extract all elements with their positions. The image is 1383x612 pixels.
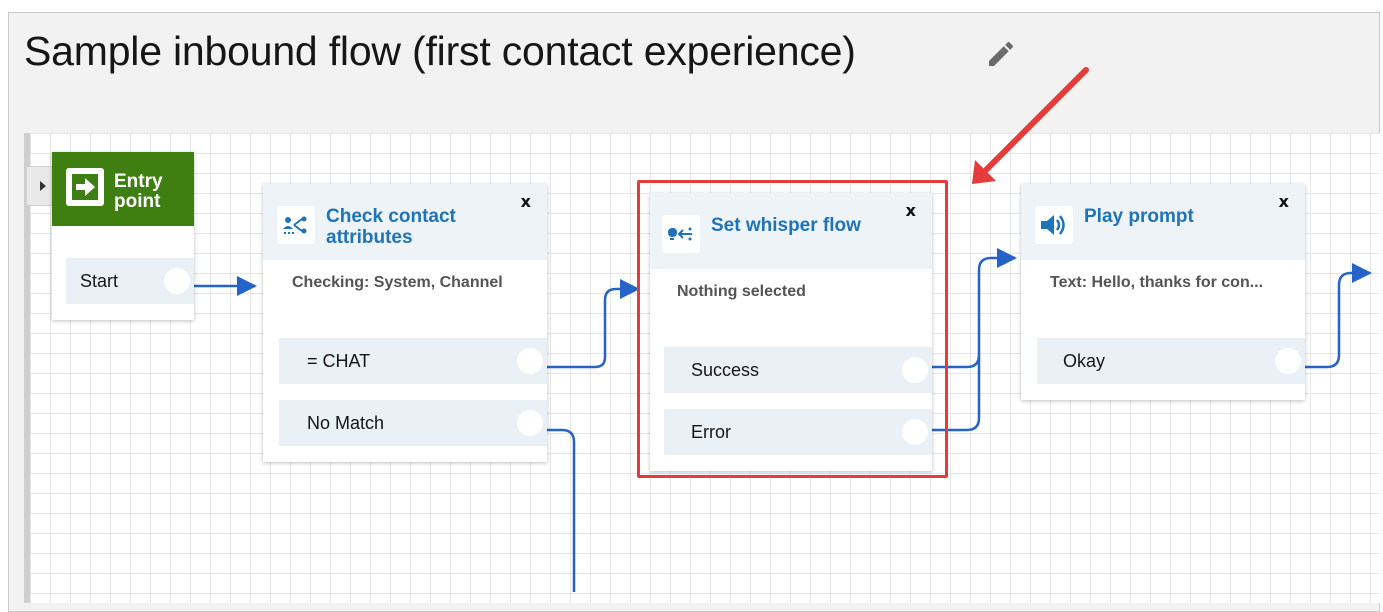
play-block-description: Text: Hello, thanks for con... xyxy=(1050,274,1264,291)
check-block-title: Check contact attributes xyxy=(326,206,456,248)
set-whisper-flow-block[interactable]: Set whisper flow x Nothing selected Succ… xyxy=(650,193,932,471)
whisper-block-title: Set whisper flow xyxy=(711,215,861,236)
check-block-header: Check contact attributes x xyxy=(263,184,547,260)
branch-error-label: Error xyxy=(691,421,731,442)
whisper-close-button[interactable]: x xyxy=(906,201,916,220)
entry-point-block[interactable]: Entry point Start xyxy=(52,152,194,320)
play-prompt-block[interactable]: Play prompt x Text: Hello, thanks for co… xyxy=(1021,184,1305,400)
check-title-line2: attributes xyxy=(326,227,413,248)
branch-no-match-label: No Match xyxy=(307,412,385,433)
play-close-button[interactable]: x xyxy=(1279,192,1289,211)
port-start[interactable] xyxy=(164,268,190,294)
page-title: Sample inbound flow (first contact exper… xyxy=(24,28,856,74)
whisper-block-header: Set whisper flow x xyxy=(650,193,932,269)
entry-title-line2: point xyxy=(114,191,161,212)
port-chat[interactable] xyxy=(517,348,543,374)
branch-icon xyxy=(277,206,315,244)
branch-error[interactable]: Error xyxy=(664,409,932,455)
branch-okay[interactable]: Okay xyxy=(1037,338,1305,384)
check-block-description: Checking: System, Channel xyxy=(292,274,503,291)
port-error[interactable] xyxy=(902,419,928,445)
branch-no-match[interactable]: No Match xyxy=(279,400,547,446)
branch-okay-label: Okay xyxy=(1063,350,1106,371)
caret-right-icon xyxy=(39,181,46,191)
port-no-match[interactable] xyxy=(517,410,543,436)
arrow-right-icon xyxy=(66,168,104,206)
edit-pencil-icon[interactable] xyxy=(985,38,1017,70)
port-okay[interactable] xyxy=(1275,348,1301,374)
play-block-title: Play prompt xyxy=(1084,206,1194,227)
entry-point-title: Entry point xyxy=(114,172,163,212)
branch-chat-label: = CHAT xyxy=(307,350,371,371)
check-title-line1: Check contact xyxy=(326,206,456,227)
branch-success-label: Success xyxy=(691,359,760,380)
branch-chat[interactable]: = CHAT xyxy=(279,338,547,384)
whisper-icon xyxy=(662,215,700,253)
whisper-block-description: Nothing selected xyxy=(677,283,806,300)
check-close-button[interactable]: x xyxy=(521,192,531,211)
branch-success[interactable]: Success xyxy=(664,347,932,393)
branch-start[interactable]: Start xyxy=(66,258,194,304)
entry-title-line1: Entry xyxy=(114,171,163,192)
play-block-header: Play prompt x xyxy=(1021,184,1305,260)
branch-start-label: Start xyxy=(80,270,119,291)
entry-point-header: Entry point xyxy=(52,152,194,226)
port-success[interactable] xyxy=(902,357,928,383)
check-contact-attributes-block[interactable]: Check contact attributes x Checking: Sys… xyxy=(263,184,547,462)
speaker-icon xyxy=(1035,206,1073,244)
